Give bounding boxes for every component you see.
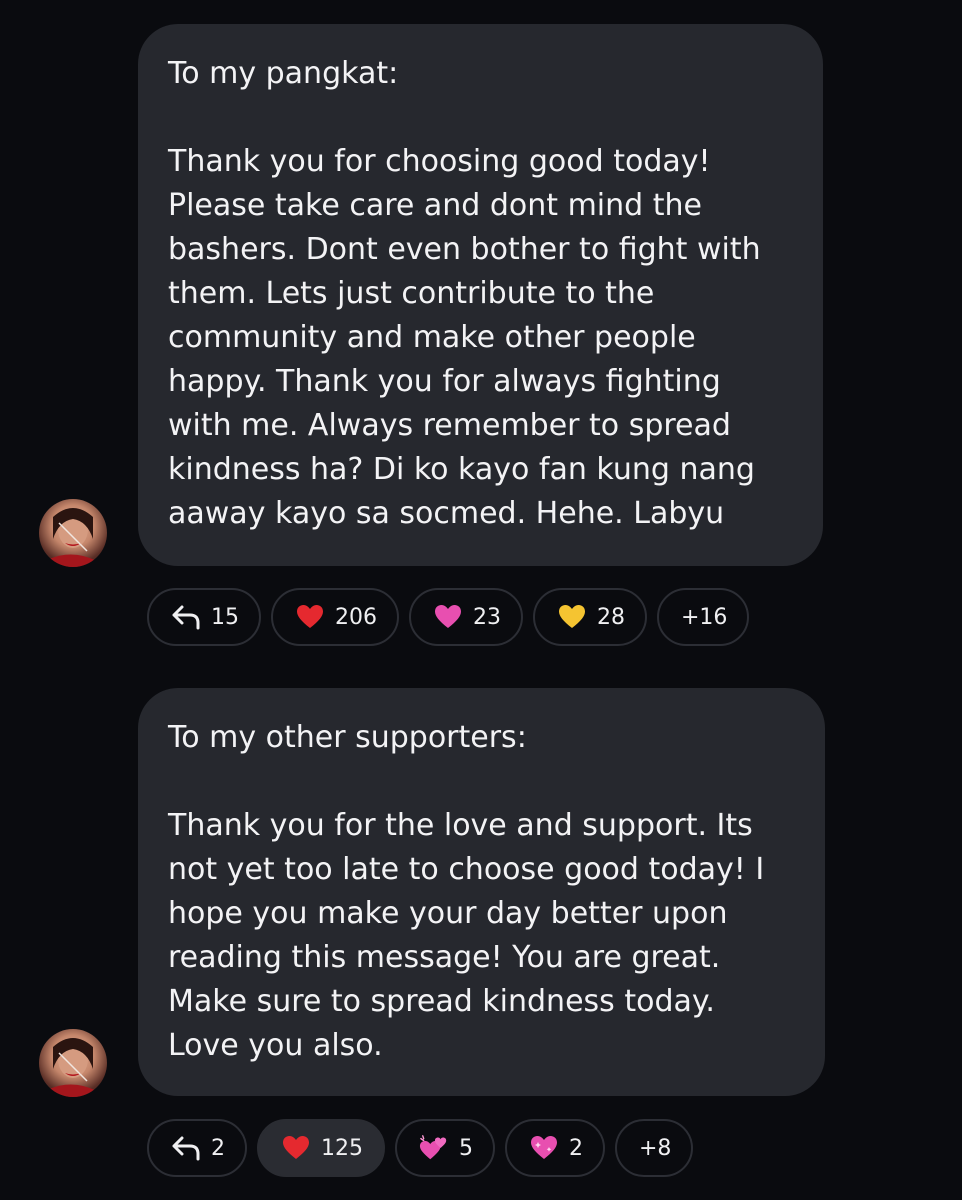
reaction-two-hearts[interactable]: 5: [395, 1119, 495, 1177]
red-heart-icon: [295, 602, 325, 632]
message-body: Thank you for choosing good today! Pleas…: [168, 144, 761, 531]
message-greeting: To my pangkat:: [168, 56, 399, 91]
reaction-sparkling-heart[interactable]: 2: [505, 1119, 605, 1177]
reaction-red-heart[interactable]: 206: [271, 588, 399, 646]
reaction-yellow-heart[interactable]: 28: [533, 588, 647, 646]
two-hearts-icon: [419, 1133, 449, 1163]
reply-count-button[interactable]: 2: [147, 1119, 247, 1177]
reaction-count: 2: [569, 1135, 583, 1161]
message-greeting: To my other supporters:: [168, 720, 527, 755]
more-reactions-button[interactable]: +8: [615, 1119, 694, 1177]
message-body: Thank you for the love and support. Its …: [168, 808, 765, 1063]
reaction-count: 23: [473, 604, 501, 630]
message-bubble[interactable]: To my pangkat: Thank you for choosing go…: [138, 24, 823, 566]
reply-count: 2: [211, 1135, 225, 1161]
reaction-pink-heart[interactable]: 23: [409, 588, 523, 646]
reply-arrow-icon: [171, 602, 201, 632]
reaction-count: 28: [597, 604, 625, 630]
message-bubble[interactable]: To my other supporters: Thank you for th…: [138, 688, 825, 1096]
more-reactions-button[interactable]: +16: [657, 588, 750, 646]
reaction-count: 206: [335, 604, 377, 630]
reply-count-button[interactable]: 15: [147, 588, 261, 646]
yellow-heart-icon: [557, 602, 587, 632]
pink-heart-icon: [433, 602, 463, 632]
reply-arrow-icon: [171, 1133, 201, 1163]
reply-count: 15: [211, 604, 239, 630]
more-reactions-count: +8: [639, 1135, 672, 1161]
reaction-count: 5: [459, 1135, 473, 1161]
avatar[interactable]: [39, 499, 107, 567]
reaction-red-heart[interactable]: 125: [257, 1119, 385, 1177]
reaction-count: 125: [321, 1135, 363, 1161]
avatar[interactable]: [39, 1029, 107, 1097]
reaction-bar: 15 206 23 28 +16: [147, 588, 750, 646]
sparkling-heart-icon: [529, 1133, 559, 1163]
red-heart-icon: [281, 1133, 311, 1163]
reaction-bar: 2 125 5 2 +8: [147, 1119, 694, 1177]
more-reactions-count: +16: [681, 604, 728, 630]
